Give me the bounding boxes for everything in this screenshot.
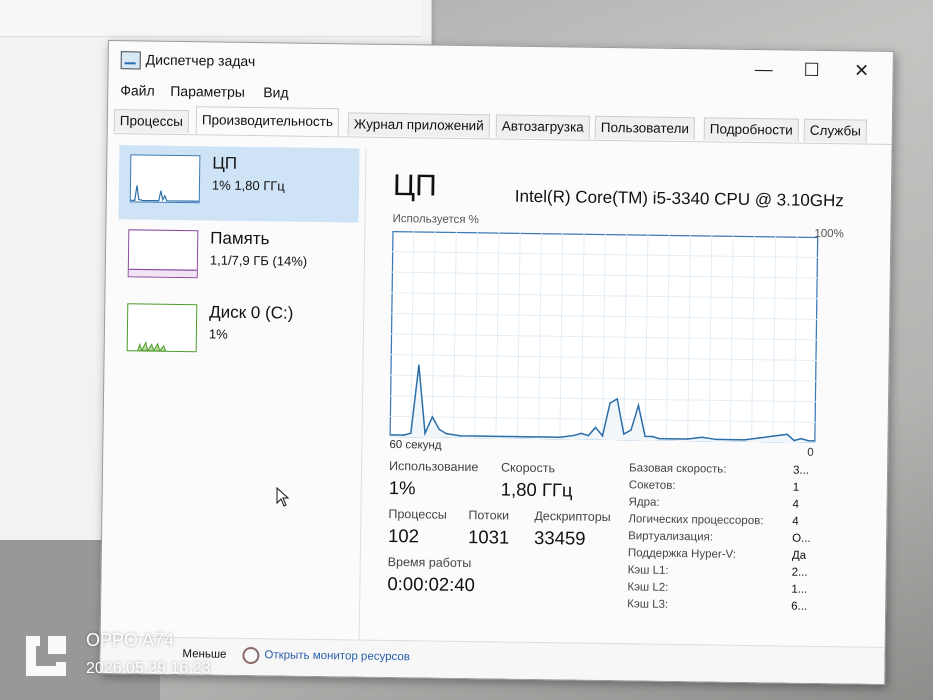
maximize-button[interactable]: ☐ [788,55,834,86]
cpu-thumbnail-graph [129,154,201,204]
watermark-device: OPPO A74 [86,630,175,650]
tab-services[interactable]: Службы [803,118,868,143]
sidebar-item-value: 1% [208,326,228,342]
spec-label: Поддержка Hyper-V: [627,547,737,561]
open-resource-monitor-link[interactable]: Открыть монитор ресурсов [264,649,410,663]
spec-value: О... [792,532,811,545]
spec-value: 2... [791,566,808,579]
close-button[interactable]: ✕ [838,55,884,86]
sidebar-item-cpu[interactable]: ЦП 1% 1,80 ГГц [118,145,360,223]
tab-users[interactable]: Пользователи [594,115,696,141]
spec-label: Кэш L2: [627,581,669,594]
cpu-model: Intel(R) Core(TM) i5-3340 CPU @ 3.10GHz [514,186,844,211]
sidebar-item-memory[interactable]: Память 1,1/7,9 ГБ (14%) [117,221,356,296]
spec-label: Ядра: [628,496,660,509]
spec-label: Виртуализация: [628,530,714,544]
fewer-details-button[interactable]: Меньше [182,648,226,661]
usage-value: 1% [388,476,416,499]
spec-value: 4 [792,498,800,511]
sidebar-item-value: 1% 1,80 ГГц [211,177,285,194]
menu-view[interactable]: Вид [263,84,289,100]
threads-value: 1031 [467,526,510,548]
spec-label: Базовая скорость: [628,462,727,476]
footer-bar: Меньше Открыть монитор ресурсов [100,635,885,684]
tab-startup[interactable]: Автозагрузка [495,114,590,139]
spec-value: 4 [792,515,799,528]
sidebar-item-value: 1,1/7,9 ГБ (14%) [209,252,308,269]
speed-label: Скорость [500,460,556,476]
spec-value: 6... [791,600,808,613]
task-manager-window: Диспетчер задач — ☐ ✕ Файл Параметры Вид… [99,40,894,685]
speed-value: 1,80 ГГц [500,478,573,501]
watermark-datetime: 2026.05.29 16:23 [86,660,211,677]
sidebar-item-disk[interactable]: Диск 0 (C:) 1% [116,295,355,370]
tab-details[interactable]: Подробности [703,117,799,142]
graph-max-label: 100% [814,227,844,241]
tab-app-history[interactable]: Журнал приложений [347,112,490,138]
handles-label: Дескрипторы [534,509,611,525]
graph-x-label: 60 секунд [389,438,442,452]
pane-divider [358,148,367,659]
memory-thumbnail-graph [127,229,199,279]
processes-label: Процессы [388,506,447,522]
spec-label: Кэш L1: [627,564,669,577]
handles-value: 33459 [533,526,586,549]
spec-label: Логических процессоров: [628,513,764,528]
usage-label: Использование [388,458,479,475]
resource-list: ЦП 1% 1,80 ГГц Память 1,1/7,9 ГБ (14%) Д… [112,145,360,668]
spec-value: Да [791,549,807,562]
tab-performance[interactable]: Производительность [195,106,340,137]
sidebar-item-label: Диск 0 (C:) [209,302,294,323]
threads-label: Потоки [468,508,510,523]
graph-y-label: Используется % [392,212,480,227]
sidebar-item-label: Память [210,228,270,249]
tab-processes[interactable]: Процессы [113,109,190,134]
graph-min-label: 0 [807,446,814,459]
spec-value: 1 [792,481,800,494]
uptime-value: 0:00:02:40 [387,572,476,596]
window-title: Диспетчер задач [145,51,256,70]
processes-value: 102 [387,524,420,547]
spec-value: 3... [792,464,810,477]
camera-watermark-logo [26,636,66,676]
menu-options[interactable]: Параметры [170,83,245,100]
resource-monitor-icon [242,646,260,665]
spec-label: Сокетов: [628,479,676,492]
spec-value: 1... [791,583,808,596]
menu-file[interactable]: Файл [120,82,155,98]
page-title: ЦП [392,168,437,203]
spec-label: Кэш L3: [627,598,669,611]
minimize-button[interactable]: — [740,54,786,85]
task-manager-icon [120,51,141,70]
uptime-label: Время работы [387,554,472,571]
sidebar-item-label: ЦП [212,153,238,173]
cpu-usage-graph [389,230,819,443]
mouse-cursor-icon [276,487,290,507]
disk-thumbnail-graph [126,303,198,353]
